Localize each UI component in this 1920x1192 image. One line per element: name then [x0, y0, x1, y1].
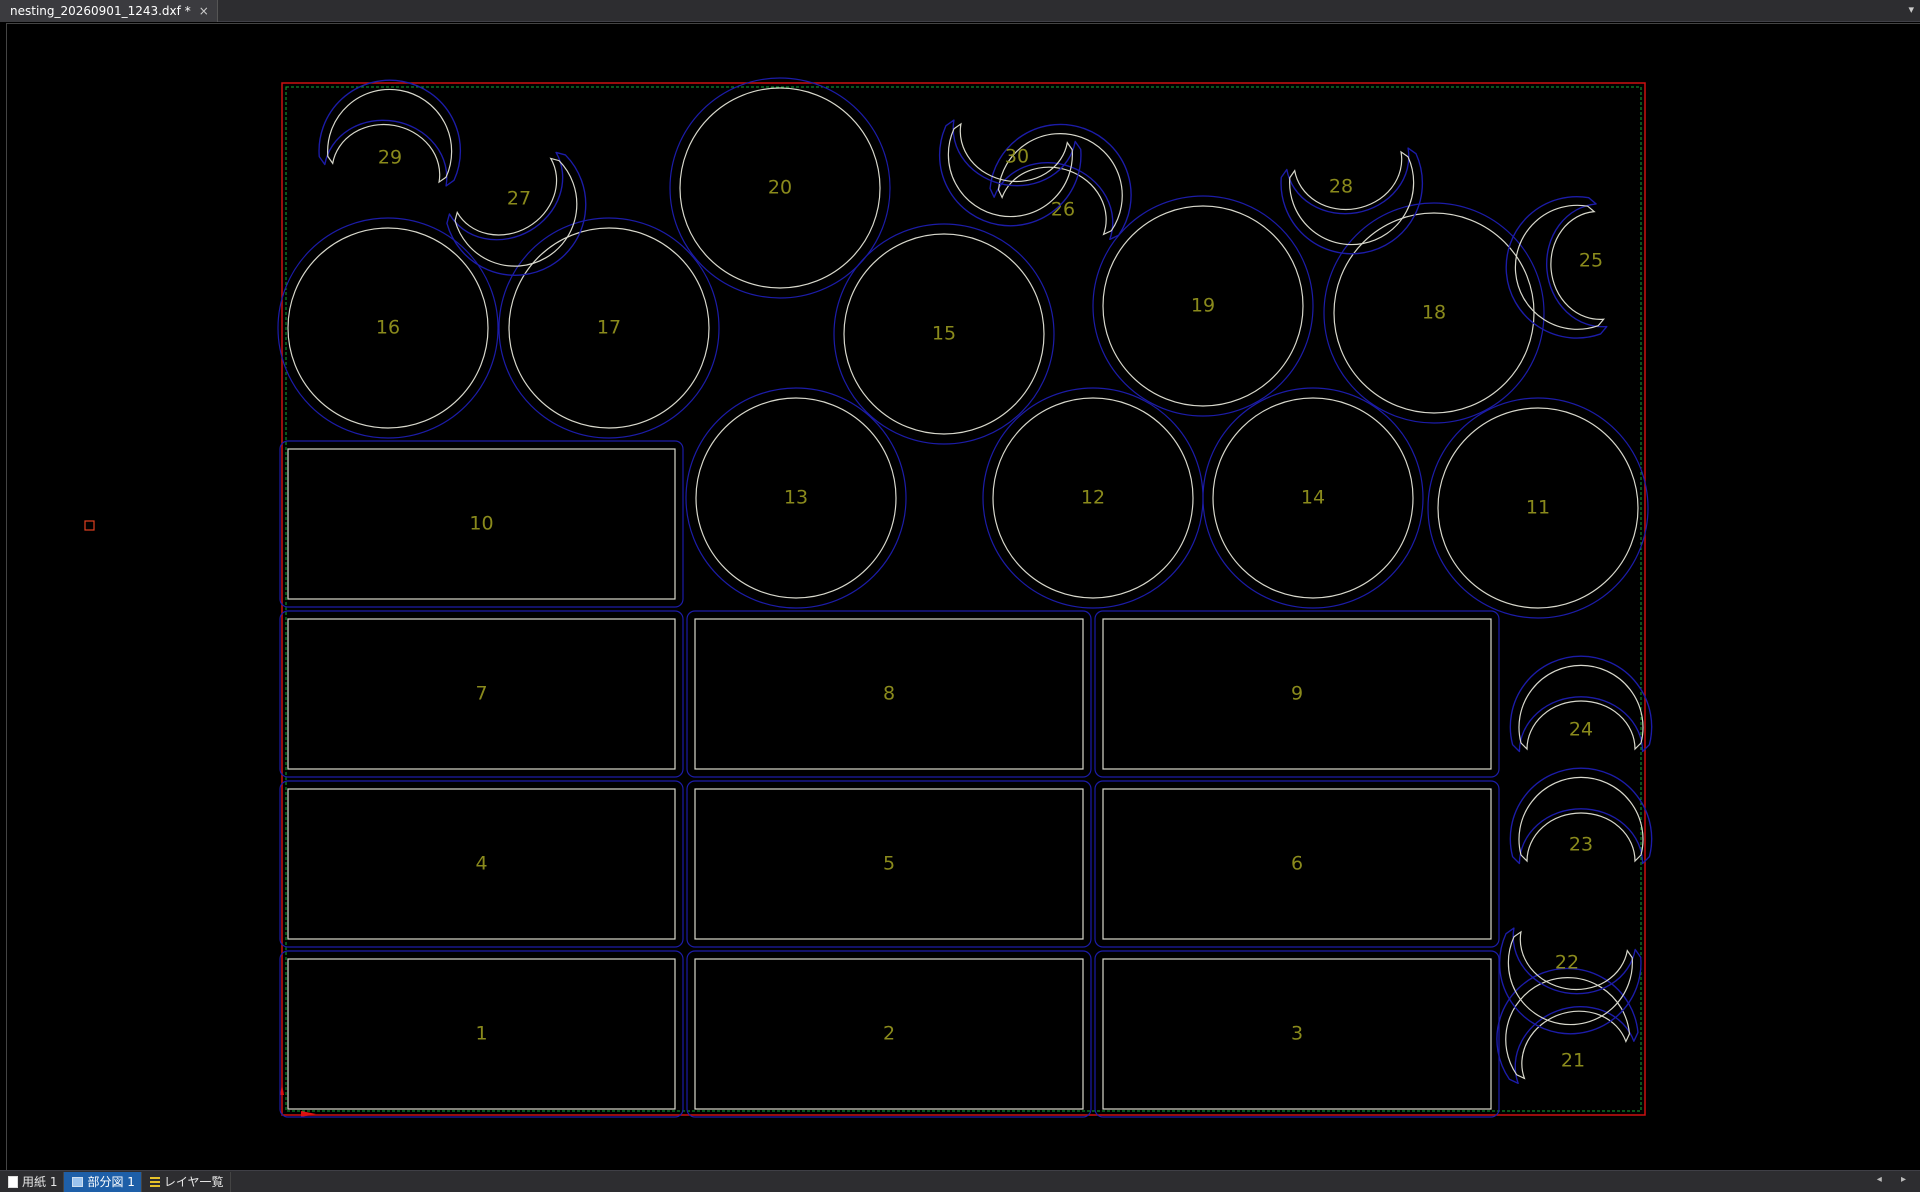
part-number-label: 24 — [1569, 719, 1593, 741]
crescent-part — [989, 123, 1132, 241]
x-axis-arrow-icon — [301, 1111, 316, 1117]
part-number-label: 19 — [1191, 295, 1215, 317]
part-number-label: 29 — [378, 147, 402, 169]
part-number-label: 20 — [768, 177, 792, 199]
part-view-icon — [72, 1176, 84, 1187]
part-number-label: 27 — [507, 188, 531, 210]
part-number-label: 30 — [1005, 146, 1029, 168]
part-number-label: 17 — [597, 317, 621, 339]
part-number-label: 22 — [1555, 952, 1579, 974]
tab-paper-1[interactable]: 用紙 1 — [0, 1171, 65, 1192]
reference-point-marker — [84, 520, 95, 531]
part-number-label: 3 — [1291, 1023, 1303, 1045]
part-number-label: 7 — [475, 683, 487, 705]
part-number-label: 16 — [376, 317, 400, 339]
document-tab-title: nesting_20260901_1243.dxf * — [10, 4, 191, 18]
part-number-label: 11 — [1526, 497, 1550, 519]
document-tab-bar: nesting_20260901_1243.dxf * × ▾ — [0, 0, 1920, 22]
part-number-label: 10 — [469, 513, 493, 535]
crescent-outline — [454, 157, 578, 267]
tab-label: レイヤ一覧 — [163, 1175, 224, 1189]
part-offset-path — [989, 123, 1132, 241]
part-offset-path — [1498, 927, 1642, 1035]
part-number-label: 21 — [1561, 1050, 1585, 1072]
part-number-label: 13 — [784, 487, 808, 509]
tab-scroll-arrows-icon[interactable]: ◂ ▸ — [1877, 1174, 1914, 1185]
close-icon[interactable]: × — [199, 4, 209, 18]
part-number-label: 28 — [1329, 176, 1353, 198]
part-number-label: 8 — [883, 683, 895, 705]
paper-icon — [8, 1175, 18, 1188]
part-number-label: 6 — [1291, 853, 1303, 875]
part-number-label: 12 — [1081, 487, 1105, 509]
tab-label: 部分図 1 — [87, 1175, 135, 1189]
layer-list-icon — [149, 1175, 160, 1188]
sheet-tab-bar: 用紙 1 部分図 1 レイヤ一覧 ◂ ▸ — [0, 1170, 1920, 1192]
crescent-part — [446, 151, 587, 276]
part-number-label: 9 — [1291, 683, 1303, 705]
tab-list-dropdown-icon[interactable]: ▾ — [1908, 3, 1914, 16]
tab-part-view-1[interactable]: 部分図 1 — [64, 1171, 142, 1192]
part-number-label: 14 — [1301, 487, 1325, 509]
part-number-label: 15 — [932, 323, 956, 345]
part-number-label: 1 — [475, 1023, 487, 1045]
drawing-viewport[interactable]: 1 2 3 4 5 6 7 8 9 10 11 12 13 14 15 16 17 18 19 20 21 22 23 24 2… — [6, 23, 1920, 1170]
tab-label: 用紙 1 — [22, 1175, 58, 1189]
nesting-canvas[interactable]: 1 2 34 5 67 8 910111213 141516 17181920212223242… — [7, 24, 1919, 1169]
part-number-label: 23 — [1569, 834, 1593, 856]
part-number-label: 25 — [1579, 250, 1603, 272]
part-number-label: 5 — [883, 853, 895, 875]
part-number-label: 18 — [1422, 302, 1446, 324]
part-number-label: 2 — [883, 1023, 895, 1045]
document-tab[interactable]: nesting_20260901_1243.dxf * × — [0, 0, 218, 22]
part-number-label: 4 — [475, 853, 487, 875]
tab-layer-list[interactable]: レイヤ一覧 — [142, 1171, 231, 1192]
crescent-part — [1498, 927, 1642, 1035]
